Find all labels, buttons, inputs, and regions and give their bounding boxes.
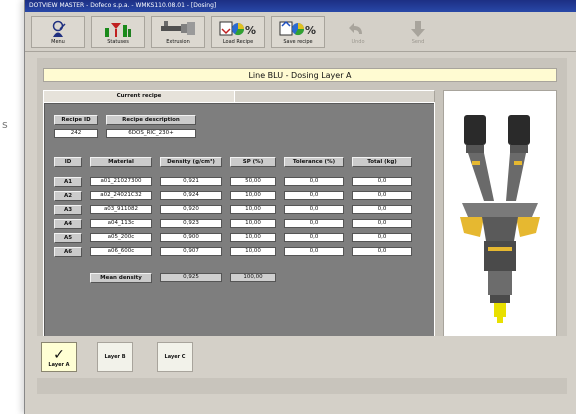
row-a1-id: A1 bbox=[54, 177, 82, 187]
row-a4-sp[interactable]: 10,00 bbox=[230, 219, 276, 228]
toolbar: Menu Statuses Extrusion % Load Recipe % … bbox=[25, 12, 576, 52]
send-icon bbox=[411, 21, 425, 37]
row-a5-tolerance[interactable]: 0,0 bbox=[284, 233, 344, 242]
row-a4-density[interactable]: 0,923 bbox=[160, 219, 222, 228]
row-a6-tolerance[interactable]: 0,0 bbox=[284, 247, 344, 256]
undo-button[interactable]: Undo bbox=[331, 16, 385, 48]
menu-icon bbox=[52, 20, 66, 37]
row-a1-material[interactable]: a01_21027300 bbox=[90, 177, 152, 186]
menu-button[interactable]: Menu bbox=[31, 16, 85, 48]
layer-a-label: Layer A bbox=[48, 362, 70, 368]
layer-c-label: Layer C bbox=[164, 354, 186, 360]
load-recipe-button-label: Load Recipe bbox=[222, 39, 254, 45]
left-margin-glyph: s bbox=[2, 118, 8, 131]
row-a5-total: 0,0 bbox=[352, 233, 412, 242]
layer-b-label: Layer B bbox=[104, 354, 126, 360]
tab-current-recipe[interactable]: Current recipe bbox=[43, 90, 235, 102]
layer-b-button[interactable]: Layer B bbox=[97, 342, 133, 372]
layer-a-button[interactable]: ✓ Layer A bbox=[41, 342, 77, 372]
extrusion-icon bbox=[161, 21, 195, 35]
row-a3-total: 0,0 bbox=[352, 205, 412, 214]
row-a6-id: A6 bbox=[54, 247, 82, 257]
statuses-button-label: Statuses bbox=[107, 39, 129, 45]
send-button[interactable]: Send bbox=[391, 16, 445, 48]
save-recipe-button[interactable]: % Save recipe bbox=[271, 16, 325, 48]
row-a1-tolerance[interactable]: 0,0 bbox=[284, 177, 344, 186]
recipe-id-field[interactable]: 242 bbox=[54, 129, 98, 138]
row-a5-material[interactable]: a05_200c bbox=[90, 233, 152, 242]
extrusion-button-label: Extrusion bbox=[166, 39, 190, 45]
recipe-description-field[interactable]: 6DOS_RIC_230+ bbox=[106, 129, 196, 138]
row-a2-sp[interactable]: 10,00 bbox=[230, 191, 276, 200]
row-a4-material[interactable]: a04_113c bbox=[90, 219, 152, 228]
statuses-button[interactable]: Statuses bbox=[91, 16, 145, 48]
load-recipe-icon: % bbox=[219, 21, 256, 37]
row-a6-total: 0,0 bbox=[352, 247, 412, 256]
window-title: DOTVIEW MASTER - Dofeco s.p.a. - WMKS110… bbox=[25, 0, 576, 12]
row-a1-sp[interactable]: 50,00 bbox=[230, 177, 276, 186]
table-header-material: Material bbox=[90, 157, 152, 167]
row-a2-tolerance[interactable]: 0,0 bbox=[284, 191, 344, 200]
save-recipe-icon: % bbox=[279, 20, 316, 37]
table-header-density: Density (g/cm³) bbox=[160, 157, 222, 167]
app-window: DOTVIEW MASTER - Dofeco s.p.a. - WMKS110… bbox=[24, 0, 576, 414]
undo-button-label: Undo bbox=[351, 39, 365, 45]
row-a2-material[interactable]: a02_24021C32 bbox=[90, 191, 152, 200]
send-button-label: Send bbox=[411, 39, 425, 45]
checkmark-icon: ✓ bbox=[53, 347, 65, 363]
table-header-sp: SP (%) bbox=[230, 157, 276, 167]
table-header-id: ID bbox=[54, 157, 82, 167]
row-a4-total: 0,0 bbox=[352, 219, 412, 228]
recipe-id-header: Recipe ID bbox=[54, 115, 98, 125]
row-a4-id: A4 bbox=[54, 219, 82, 229]
row-a2-id: A2 bbox=[54, 191, 82, 201]
menu-button-label: Menu bbox=[51, 39, 65, 45]
statuses-icon bbox=[105, 23, 131, 37]
svg-text:%: % bbox=[305, 24, 316, 37]
row-a2-density[interactable]: 0,924 bbox=[160, 191, 222, 200]
svg-text:%: % bbox=[245, 24, 256, 37]
table-header-tolerance: Tolerance (%) bbox=[284, 157, 344, 167]
undo-icon bbox=[349, 23, 362, 34]
load-recipe-button[interactable]: % Load Recipe bbox=[211, 16, 265, 48]
row-a6-sp[interactable]: 10,00 bbox=[230, 247, 276, 256]
table-header-total: Total (kg) bbox=[352, 157, 412, 167]
layer-selector: ✓ Layer A Layer B Layer C bbox=[25, 336, 576, 378]
row-a2-total: 0,0 bbox=[352, 191, 412, 200]
row-a3-sp[interactable]: 10,00 bbox=[230, 205, 276, 214]
row-a5-sp[interactable]: 10,00 bbox=[230, 233, 276, 242]
row-a1-total: 0,0 bbox=[352, 177, 412, 186]
dosing-unit-picture bbox=[443, 90, 557, 344]
row-a3-material[interactable]: a03_911082 bbox=[90, 205, 152, 214]
row-a6-material[interactable]: a06_600c bbox=[90, 247, 152, 256]
dosing-unit-illustration bbox=[460, 115, 540, 323]
row-a6-density[interactable]: 0,907 bbox=[160, 247, 222, 256]
row-a3-density[interactable]: 0,920 bbox=[160, 205, 222, 214]
row-a5-density[interactable]: 0,900 bbox=[160, 233, 222, 242]
mean-density-label: Mean density bbox=[90, 273, 152, 283]
extrusion-button[interactable]: Extrusion bbox=[151, 16, 205, 48]
sp-total-value: 100,00 bbox=[230, 273, 276, 282]
page-title: Line BLU - Dosing Layer A bbox=[43, 68, 557, 82]
tab-strip-filler bbox=[235, 90, 435, 102]
row-a5-id: A5 bbox=[54, 233, 82, 243]
mean-density-value: 0,925 bbox=[160, 273, 222, 282]
row-a4-tolerance[interactable]: 0,0 bbox=[284, 219, 344, 228]
layer-c-button[interactable]: Layer C bbox=[157, 342, 193, 372]
row-a3-id: A3 bbox=[54, 205, 82, 215]
save-recipe-button-label: Save recipe bbox=[283, 39, 313, 45]
row-a1-density[interactable]: 0,921 bbox=[160, 177, 222, 186]
row-a3-tolerance[interactable]: 0,0 bbox=[284, 205, 344, 214]
recipe-description-header: Recipe description bbox=[106, 115, 196, 125]
